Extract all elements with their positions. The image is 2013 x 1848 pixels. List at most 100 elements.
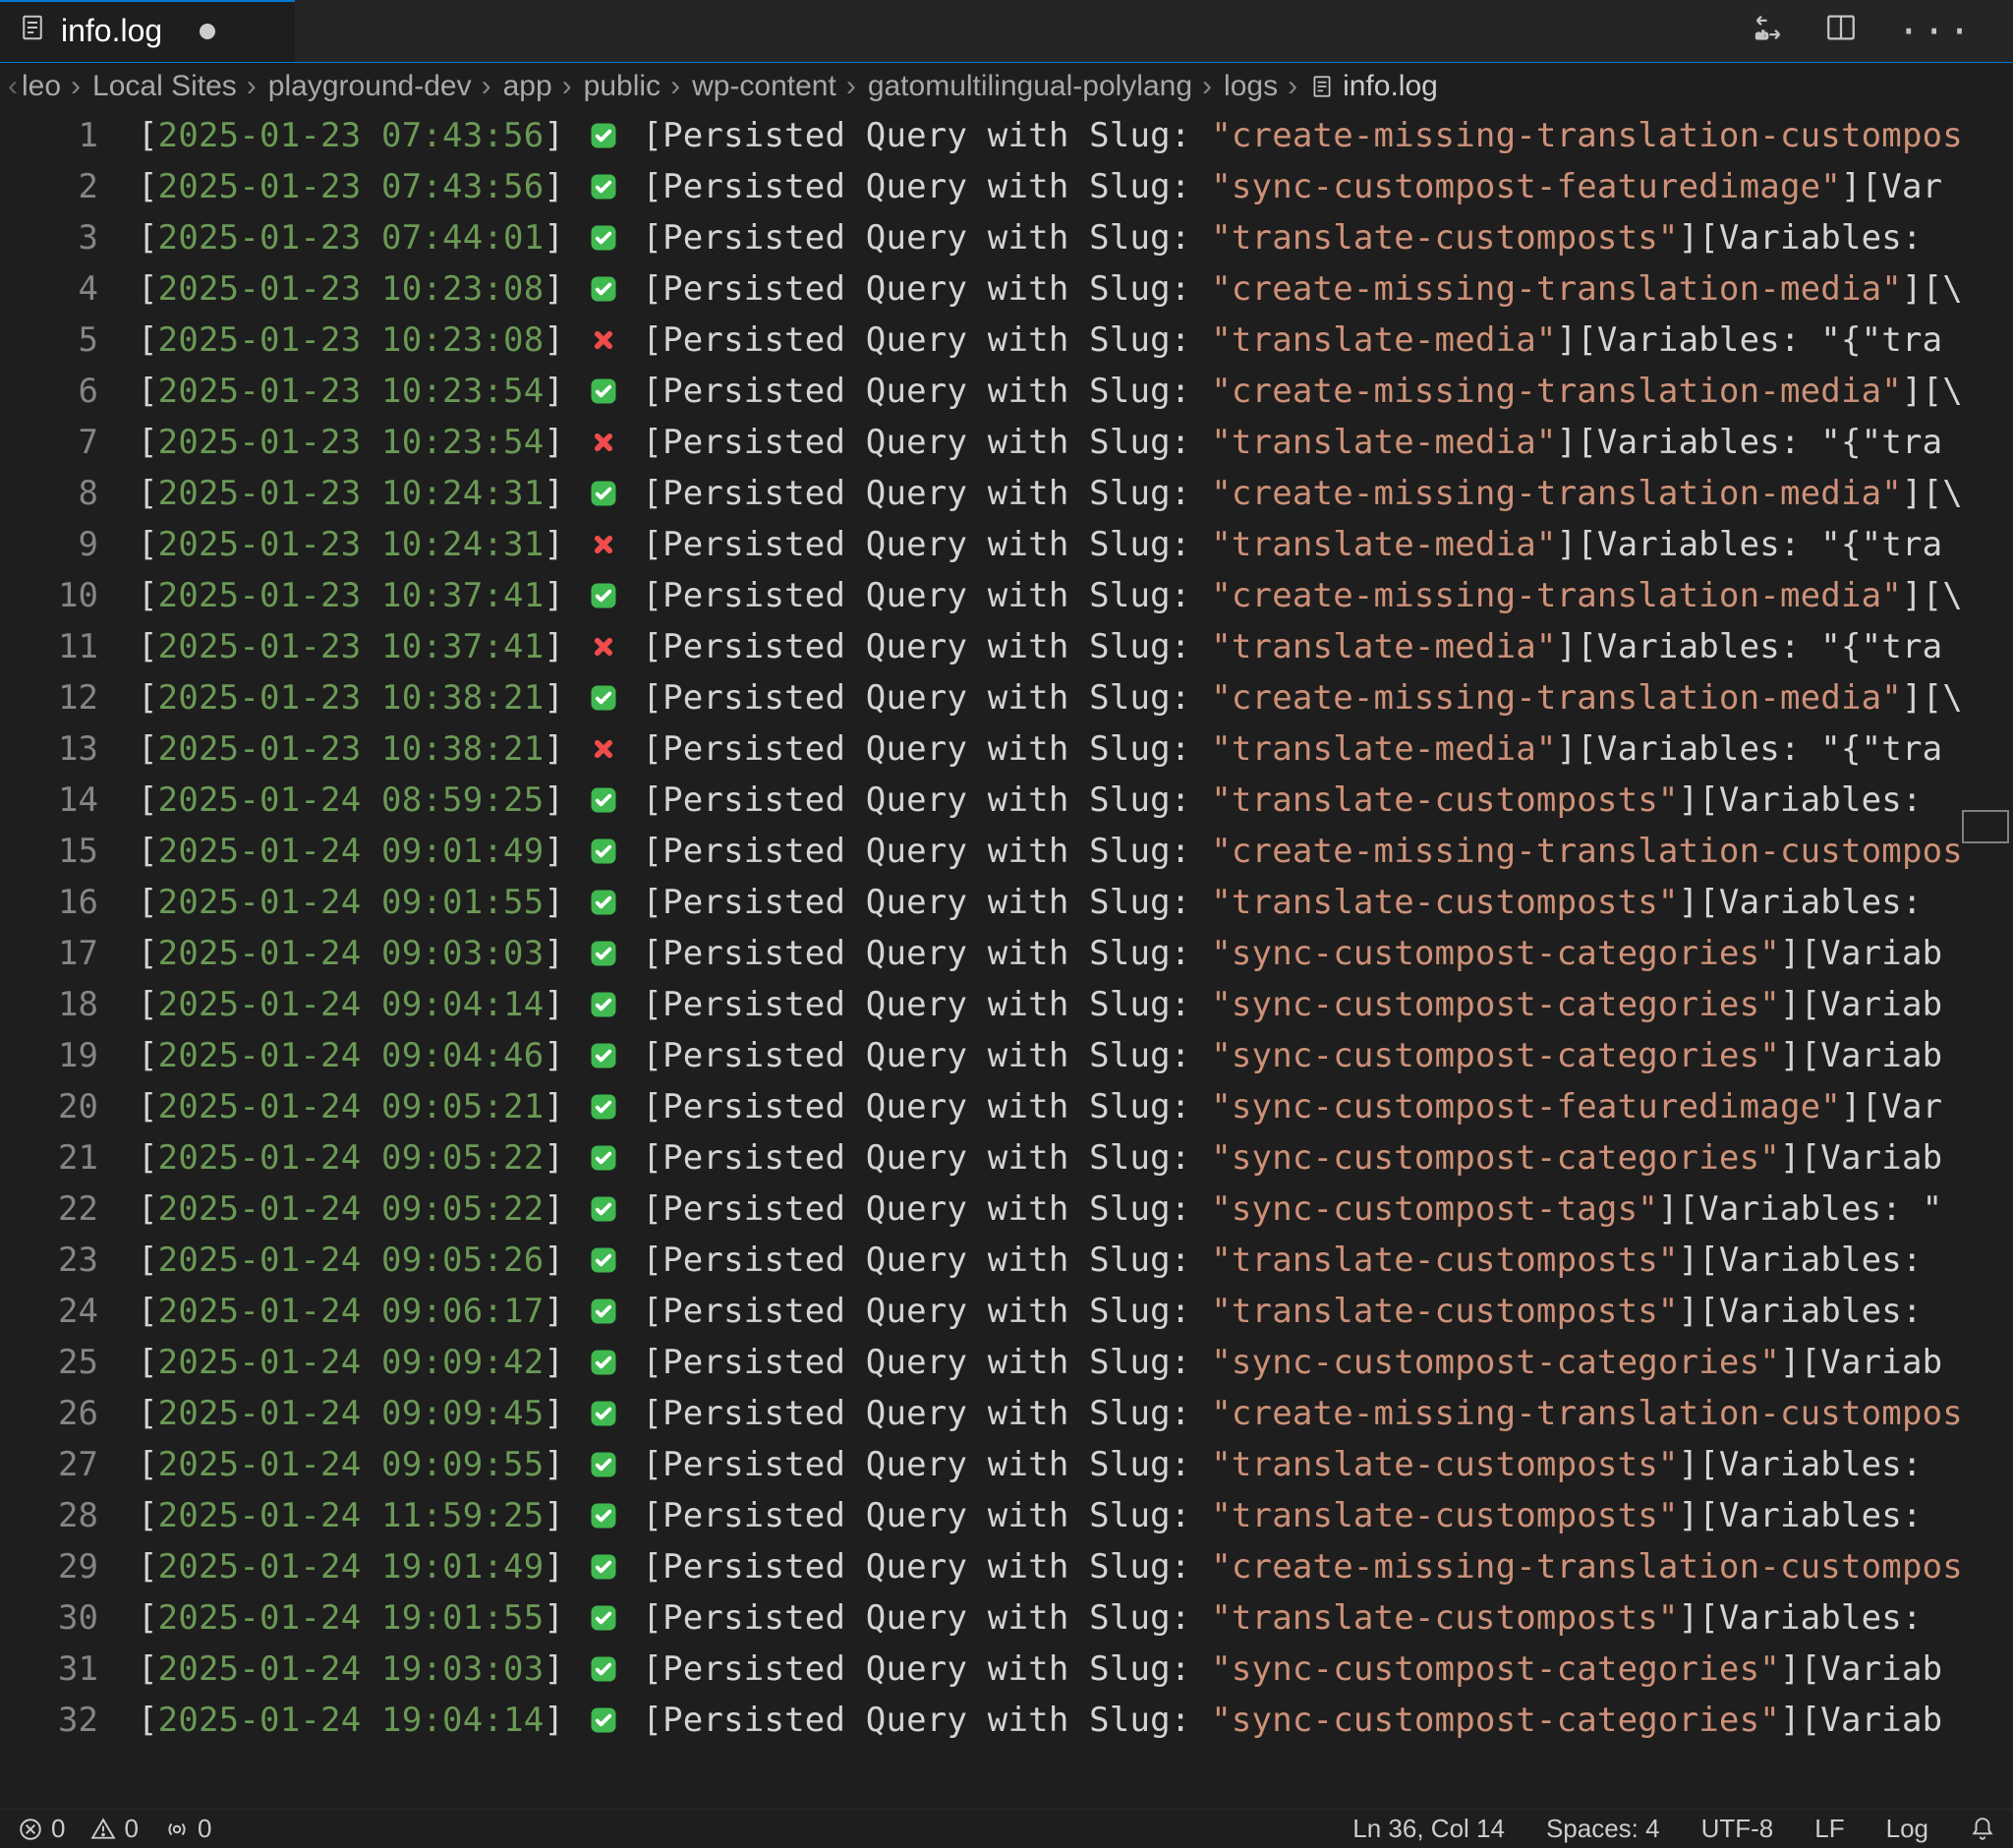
log-timestamp: 2025-01-24 09:01:49 [158, 832, 545, 871]
compare-changes-icon[interactable]: ab [1752, 11, 1785, 51]
error-icon [585, 519, 622, 570]
log-timestamp: 2025-01-24 19:03:03 [158, 1649, 545, 1689]
error-icon [585, 417, 622, 468]
code-content[interactable]: [2025-01-23 07:43:56] [Persisted Query w… [138, 110, 2013, 1809]
log-timestamp: 2025-01-23 10:38:21 [158, 729, 545, 769]
log-slug: "translate-media" [1211, 729, 1556, 769]
success-icon [585, 1030, 622, 1081]
log-timestamp: 2025-01-24 09:09:42 [158, 1343, 545, 1382]
log-line: [2025-01-24 09:09:55] [Persisted Query w… [138, 1439, 2013, 1490]
log-timestamp: 2025-01-24 09:09:45 [158, 1394, 545, 1433]
log-slug: "sync-custompost-categories" [1211, 1701, 1780, 1740]
log-timestamp: 2025-01-24 09:04:46 [158, 1036, 545, 1075]
log-timestamp: 2025-01-24 09:06:17 [158, 1292, 545, 1331]
tab-bar: info.log ab ··· [0, 0, 2013, 63]
success-icon [585, 1184, 622, 1235]
success-icon [585, 1132, 622, 1184]
log-timestamp: 2025-01-23 10:24:31 [158, 525, 545, 564]
log-slug: "sync-custompost-tags" [1211, 1189, 1658, 1229]
error-icon [585, 315, 622, 366]
log-line: [2025-01-24 09:05:22] [Persisted Query w… [138, 1184, 2013, 1235]
success-icon [585, 826, 622, 877]
breadcrumb-segment[interactable]: Local Sites [92, 70, 237, 103]
log-slug: "translate-customposts" [1211, 1598, 1678, 1638]
notifications-bell-icon[interactable] [1970, 1817, 1995, 1842]
success-icon [585, 1286, 622, 1337]
status-indentation[interactable]: Spaces: 4 [1546, 1814, 1660, 1844]
log-slug: "translate-customposts" [1211, 1496, 1678, 1535]
status-errors[interactable]: 0 [18, 1814, 65, 1844]
log-line: [2025-01-24 08:59:25] [Persisted Query w… [138, 775, 2013, 826]
log-slug: "create-missing-translation-custompos [1211, 116, 1963, 155]
breadcrumb-segment[interactable]: public [584, 70, 661, 103]
log-timestamp: 2025-01-24 09:05:22 [158, 1138, 545, 1178]
status-eol[interactable]: LF [1814, 1814, 1844, 1844]
log-line: [2025-01-23 10:37:41] [Persisted Query w… [138, 621, 2013, 672]
success-icon [585, 1490, 622, 1541]
breadcrumb-segment[interactable]: playground-dev [268, 70, 472, 103]
log-slug: "create-missing-translation-media" [1211, 678, 1902, 718]
log-line: [2025-01-23 10:38:21] [Persisted Query w… [138, 672, 2013, 723]
log-line: [2025-01-23 07:44:01] [Persisted Query w… [138, 212, 2013, 263]
editor-tab-info-log[interactable]: info.log [0, 0, 295, 62]
status-cursor-position[interactable]: Ln 36, Col 14 [1352, 1814, 1505, 1844]
log-slug: "sync-custompost-categories" [1211, 934, 1780, 973]
log-line: [2025-01-24 09:03:03] [Persisted Query w… [138, 928, 2013, 979]
log-slug: "translate-media" [1211, 320, 1556, 360]
log-timestamp: 2025-01-24 08:59:25 [158, 780, 545, 820]
breadcrumb-segment[interactable]: gatomultilingual-polylang [868, 70, 1192, 103]
status-ports[interactable]: 0 [164, 1814, 211, 1844]
status-language-mode[interactable]: Log [1886, 1814, 1928, 1844]
more-actions-icon[interactable]: ··· [1897, 13, 1974, 50]
success-icon [585, 570, 622, 621]
success-icon [585, 672, 622, 723]
log-timestamp: 2025-01-24 09:05:22 [158, 1189, 545, 1229]
breadcrumb-segment[interactable]: leo [22, 70, 61, 103]
split-editor-icon[interactable] [1824, 11, 1858, 51]
minimap-viewport[interactable] [1962, 810, 2009, 843]
breadcrumb-segment[interactable]: app [503, 70, 552, 103]
editor-area[interactable]: 1234567891011121314151617181920212223242… [0, 110, 2013, 1809]
log-timestamp: 2025-01-24 09:05:26 [158, 1241, 545, 1280]
success-icon [585, 1644, 622, 1695]
log-timestamp: 2025-01-23 10:37:41 [158, 576, 545, 615]
log-line: [2025-01-23 10:24:31] [Persisted Query w… [138, 468, 2013, 519]
log-line: [2025-01-24 09:05:22] [Persisted Query w… [138, 1132, 2013, 1184]
breadcrumb-current[interactable]: info.log [1309, 70, 1438, 103]
log-line: [2025-01-24 19:01:49] [Persisted Query w… [138, 1541, 2013, 1592]
log-line: [2025-01-23 10:23:08] [Persisted Query w… [138, 315, 2013, 366]
success-icon [585, 1235, 622, 1286]
breadcrumb[interactable]: ‹ leo›Local Sites›playground-dev›app›pub… [0, 63, 2013, 110]
status-warnings-count: 0 [124, 1814, 138, 1844]
status-warnings[interactable]: 0 [90, 1814, 138, 1844]
log-slug: "translate-media" [1211, 525, 1556, 564]
success-icon [585, 979, 622, 1030]
log-line: [2025-01-24 09:05:21] [Persisted Query w… [138, 1081, 2013, 1132]
log-line: [2025-01-24 09:01:55] [Persisted Query w… [138, 877, 2013, 928]
status-encoding[interactable]: UTF-8 [1701, 1814, 1774, 1844]
log-slug: "translate-media" [1211, 627, 1556, 666]
log-timestamp: 2025-01-23 07:44:01 [158, 218, 545, 258]
error-icon [585, 621, 622, 672]
log-timestamp: 2025-01-23 10:23:54 [158, 423, 545, 462]
log-slug: "translate-media" [1211, 423, 1556, 462]
log-timestamp: 2025-01-23 10:24:31 [158, 474, 545, 513]
log-line: [2025-01-24 09:04:46] [Persisted Query w… [138, 1030, 2013, 1081]
log-slug: "create-missing-translation-custompos [1211, 1394, 1963, 1433]
breadcrumb-segment[interactable]: wp-content [692, 70, 836, 103]
log-slug: "translate-customposts" [1211, 883, 1678, 922]
log-slug: "translate-customposts" [1211, 1292, 1678, 1331]
log-slug: "translate-customposts" [1211, 218, 1678, 258]
log-timestamp: 2025-01-24 11:59:25 [158, 1496, 545, 1535]
success-icon [585, 877, 622, 928]
log-line: [2025-01-23 07:43:56] [Persisted Query w… [138, 161, 2013, 212]
log-timestamp: 2025-01-23 07:43:56 [158, 167, 545, 206]
breadcrumb-segment[interactable]: logs [1224, 70, 1278, 103]
log-line: [2025-01-23 10:23:54] [Persisted Query w… [138, 417, 2013, 468]
error-icon [585, 723, 622, 775]
log-line: [2025-01-24 19:03:03] [Persisted Query w… [138, 1644, 2013, 1695]
log-slug: "create-missing-translation-media" [1211, 474, 1902, 513]
tab-filename: info.log [61, 13, 162, 49]
success-icon [585, 1695, 622, 1746]
success-icon [585, 110, 622, 161]
